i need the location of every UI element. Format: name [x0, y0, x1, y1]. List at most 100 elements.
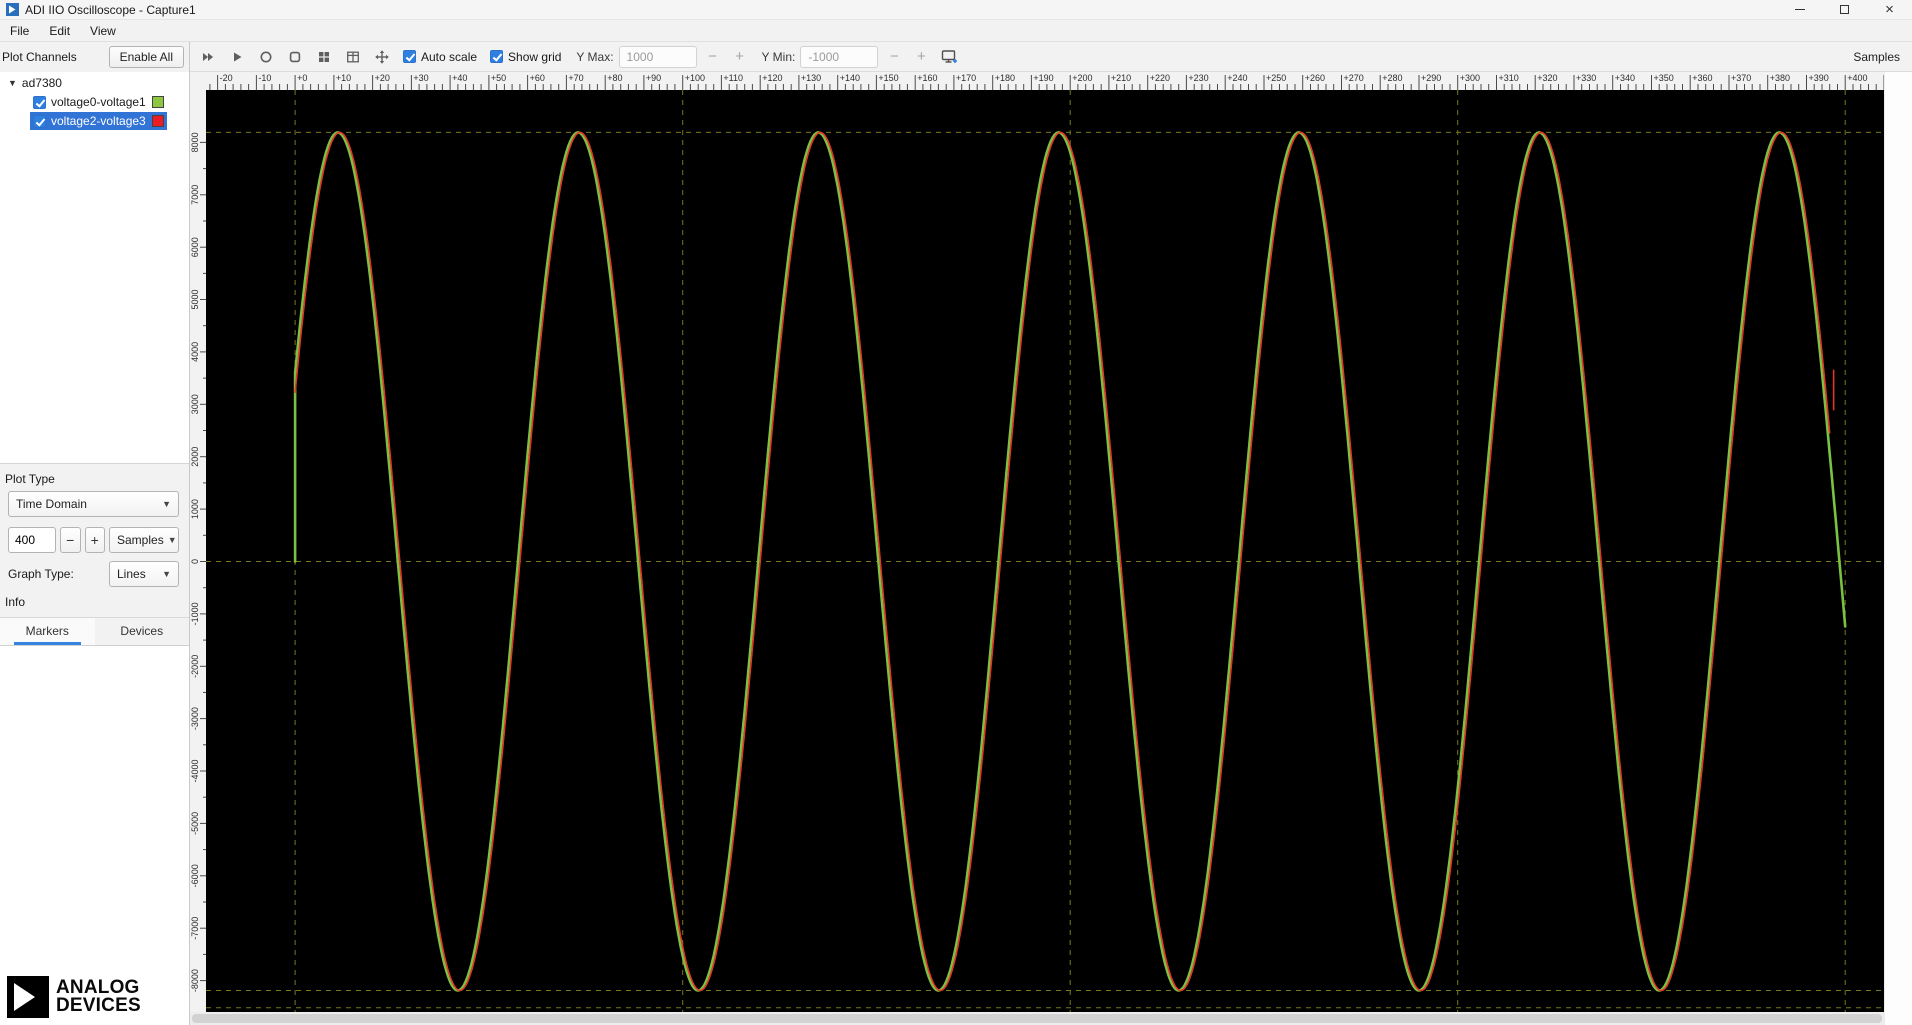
table-button[interactable]	[341, 45, 365, 69]
device-row-ad7380[interactable]: ▼ ad7380	[0, 72, 189, 92]
record-button[interactable]	[254, 45, 278, 69]
channel-row-voltage0-voltage1[interactable]: voltage0-voltage1	[30, 93, 167, 111]
plot-type-select[interactable]: Time Domain ▼	[8, 491, 179, 517]
plot-corner	[190, 72, 206, 90]
y-min-input[interactable]	[800, 45, 879, 68]
plot-type-value: Time Domain	[16, 497, 87, 511]
svg-text:-8000: -8000	[190, 969, 200, 992]
y-min-label: Y Min:	[761, 49, 796, 64]
channel-row-voltage2-voltage3[interactable]: voltage2-voltage3	[30, 112, 167, 130]
auto-scale-checkbox[interactable]	[403, 50, 416, 63]
minimize-icon	[1794, 9, 1805, 10]
show-grid-label: Show grid	[508, 49, 562, 64]
svg-text:-3000: -3000	[190, 707, 200, 730]
window-title: ADI IIO Oscilloscope - Capture1	[25, 2, 196, 17]
record-icon	[260, 51, 272, 62]
grid-view-button[interactable]	[312, 45, 336, 69]
enable-all-button[interactable]: Enable All	[108, 46, 184, 68]
channel-checkbox[interactable]	[33, 114, 46, 128]
menu-edit[interactable]: Edit	[39, 21, 80, 41]
stop-icon	[289, 51, 301, 62]
stop-button[interactable]	[283, 45, 307, 69]
tab-markers[interactable]: Markers	[0, 618, 95, 645]
maximize-icon	[1840, 5, 1849, 14]
channel-color-swatch[interactable]	[152, 115, 164, 127]
horizontal-scrollbar[interactable]	[190, 1012, 1884, 1025]
minimize-button[interactable]	[1777, 0, 1822, 19]
device-label: ad7380	[21, 76, 62, 90]
svg-text:+110: +110	[723, 73, 743, 83]
menu-view[interactable]: View	[80, 21, 126, 41]
y-max-increment-button[interactable]: +	[729, 46, 751, 68]
sample-count-increment-button[interactable]: +	[84, 527, 105, 553]
svg-text:+60: +60	[530, 73, 545, 83]
close-button[interactable]: ×	[1867, 0, 1912, 19]
play-button[interactable]	[225, 45, 249, 69]
show-grid-checkbox[interactable]	[490, 50, 504, 63]
x-axis-unit-label: Samples	[1853, 49, 1900, 64]
channel-color-swatch[interactable]	[152, 96, 164, 108]
add-plot-button[interactable]	[937, 45, 961, 69]
sample-count-input[interactable]	[8, 527, 56, 553]
auto-scale-label: Auto scale	[421, 49, 478, 64]
svg-text:+40: +40	[452, 73, 467, 83]
svg-text:+210: +210	[1111, 73, 1131, 83]
svg-text:+240: +240	[1227, 73, 1247, 83]
maximize-button[interactable]	[1822, 0, 1867, 19]
chevron-down-icon: ▼	[167, 535, 177, 545]
svg-text:+280: +280	[1382, 73, 1402, 83]
svg-text:+100: +100	[685, 73, 705, 83]
svg-text:+80: +80	[607, 73, 622, 83]
y-max-decrement-button[interactable]: −	[702, 46, 724, 68]
vertical-scrollbar[interactable]	[1884, 72, 1912, 1025]
info-label: Info	[5, 595, 26, 609]
y-min-increment-button[interactable]: +	[910, 46, 932, 68]
plot-canvas[interactable]	[206, 90, 1884, 1012]
x-axis-ruler: -20 -10 +0 +10 +20 +30 +40 +50 +60 +70 +80 +90 +100 +…	[206, 72, 1884, 90]
window-controls: ×	[1777, 0, 1912, 19]
plot-area: -20 -10 +0 +10 +20 +30 +40 +50 +60 +70 +80 +90 +100 +…	[190, 72, 1912, 1025]
y-min-decrement-button[interactable]: −	[883, 46, 905, 68]
sample-unit-select[interactable]: Samples ▼	[109, 527, 179, 553]
pan-icon	[375, 49, 389, 64]
fast-forward-button[interactable]	[196, 45, 220, 69]
toolbar: Auto scale Show grid Y Max: − + Y Min: −…	[190, 42, 1912, 72]
svg-text:+330: +330	[1576, 73, 1596, 83]
tab-devices[interactable]: Devices	[95, 618, 190, 645]
table-icon	[347, 51, 359, 62]
channel-label: voltage0-voltage1	[51, 95, 146, 109]
toolbar-icon-group	[196, 45, 394, 69]
menu-file[interactable]: File	[0, 21, 39, 41]
svg-text:3000: 3000	[190, 394, 200, 414]
svg-text:-1000: -1000	[190, 602, 200, 625]
svg-text:7000: 7000	[190, 185, 200, 205]
sample-unit-value: Samples	[117, 533, 164, 547]
main-panel: Auto scale Show grid Y Max: − + Y Min: −…	[190, 42, 1912, 1025]
svg-text:+270: +270	[1344, 73, 1364, 83]
sample-count-decrement-button[interactable]: −	[60, 527, 81, 553]
adi-logo: ANALOG DEVICES	[0, 969, 189, 1025]
graph-type-row: Graph Type: Lines ▼	[8, 561, 179, 587]
graph-type-select[interactable]: Lines ▼	[109, 561, 179, 587]
horizontal-scrollbar-thumb[interactable]	[192, 1014, 1882, 1023]
channel-checkbox[interactable]	[33, 95, 46, 109]
channel-tree: ▼ ad7380 voltage0-voltage1 voltage2-voltage…	[0, 72, 189, 464]
titlebar: ADI IIO Oscilloscope - Capture1 ×	[0, 0, 1912, 20]
adi-logo-text: ANALOG DEVICES	[56, 977, 141, 1016]
svg-text:-7000: -7000	[190, 917, 200, 940]
svg-text:+120: +120	[762, 73, 782, 83]
expander-icon[interactable]: ▼	[8, 78, 17, 88]
svg-text:+0: +0	[297, 73, 307, 83]
svg-text:8000: 8000	[190, 132, 200, 152]
svg-text:+260: +260	[1305, 73, 1325, 83]
y-max-input[interactable]	[618, 45, 697, 68]
play-icon	[234, 52, 242, 61]
svg-text:+300: +300	[1460, 73, 1480, 83]
svg-text:+170: +170	[956, 73, 976, 83]
pan-button[interactable]	[370, 45, 394, 69]
app-icon	[6, 3, 19, 16]
svg-text:+130: +130	[801, 73, 821, 83]
svg-text:-4000: -4000	[190, 759, 200, 782]
adi-logo-icon	[7, 976, 49, 1018]
svg-text:+370: +370	[1731, 73, 1751, 83]
